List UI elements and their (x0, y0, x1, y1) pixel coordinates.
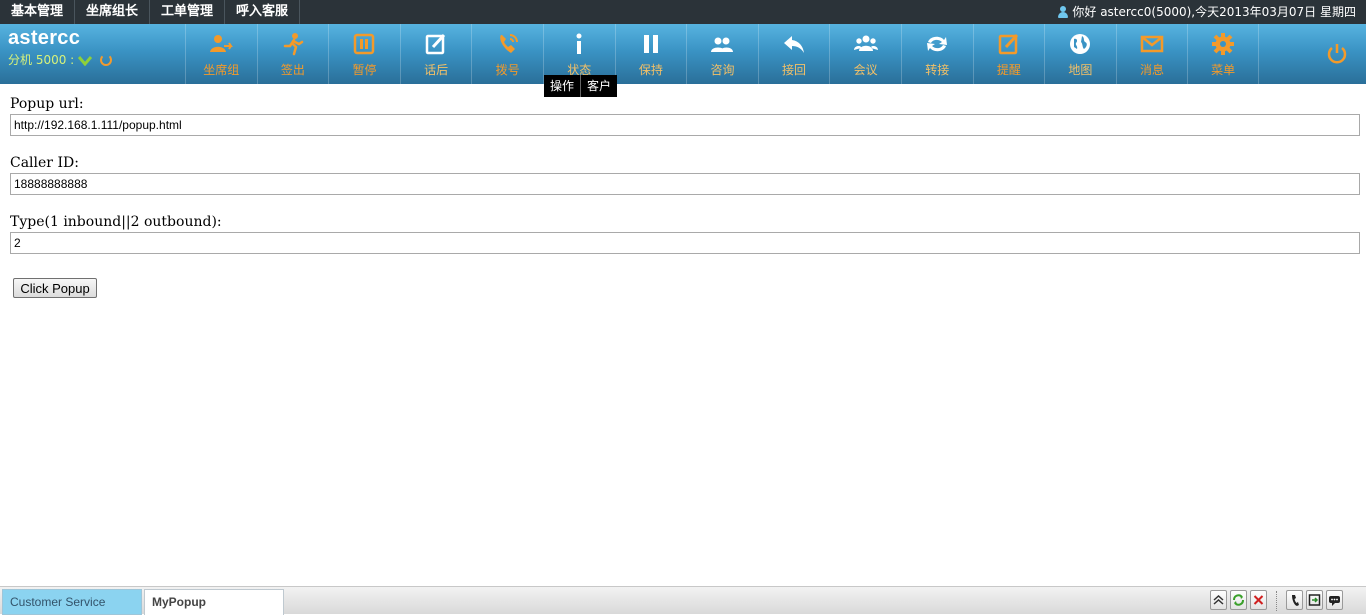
tool-label: 咨询 (710, 63, 735, 77)
extension-status: 分机 5000 : (8, 51, 113, 68)
utility-controls (1286, 590, 1343, 611)
popup-url-label: Popup url: (10, 96, 84, 112)
tool-menu[interactable]: 菜单 (1187, 24, 1259, 84)
check-icon (78, 55, 93, 66)
popup-url-input[interactable] (10, 114, 1360, 136)
greeting-text: 你好 astercc0(5000),今天2013年03月07日 星期四 (1072, 4, 1356, 19)
status-tooltip: 操作 客户 (544, 75, 618, 97)
caller-id-label: Caller ID: (10, 155, 79, 171)
transfer-icon (925, 32, 949, 56)
tool-consult[interactable]: 咨询 (686, 24, 758, 84)
click-popup-button[interactable]: Click Popup (13, 278, 97, 298)
menu-basic-management[interactable]: 基本管理 (0, 0, 76, 24)
tool-label: 菜单 (1211, 63, 1236, 77)
after-call-icon (424, 32, 448, 56)
extension-label: 分机 5000 : (8, 53, 75, 67)
brand-name: astercc (8, 27, 81, 49)
tool-label: 会议 (853, 63, 878, 77)
globe-icon (1068, 32, 1092, 56)
reload-icon[interactable] (1230, 590, 1247, 610)
retrieve-icon (782, 32, 806, 56)
tool-retrieve[interactable]: 接回 (757, 24, 830, 84)
brand: astercc 分机 5000 : (8, 27, 113, 68)
tool-sign-out[interactable]: 签出 (256, 24, 329, 84)
tool-label: 坐席组 (203, 63, 240, 77)
tool-agent-group[interactable]: 坐席组 (185, 24, 257, 84)
tool-map[interactable]: 地图 (1044, 24, 1116, 84)
top-menu-bar: 基本管理 坐席组长 工单管理 呼入客服 你好 astercc0(5000),今天… (0, 0, 1366, 24)
export-icon[interactable] (1306, 590, 1323, 610)
tab-mypopup[interactable]: MyPopup (144, 589, 284, 615)
toolbar-buttons: 坐席组 签出 暂停 话后 拨号 状态 保持 咨询 接回 会议 转接 提醒 地图 … (185, 24, 1259, 84)
tool-label: 提醒 (996, 63, 1021, 77)
tool-hold[interactable]: 保持 (614, 24, 687, 84)
agent-toolbar: astercc 分机 5000 : 坐席组 签出 暂停 话后 拨号 状态 保持 … (0, 24, 1366, 84)
dial-icon (496, 32, 520, 56)
tool-label: 地图 (1068, 63, 1093, 77)
chat-icon[interactable] (1326, 590, 1343, 610)
conference-icon (853, 32, 878, 56)
tab-customer-service[interactable]: Customer Service (2, 589, 142, 615)
tool-label: 拨号 (495, 63, 520, 77)
hold-icon (639, 32, 663, 56)
popup-form: Popup url: Caller ID: Type(1 inbound||2 … (10, 96, 1360, 254)
tool-transfer[interactable]: 转接 (900, 24, 973, 84)
menu-team-leader[interactable]: 坐席组长 (75, 0, 151, 24)
close-icon[interactable] (1250, 590, 1267, 610)
tool-after-call[interactable]: 话后 (399, 24, 472, 84)
sign-out-icon (281, 32, 305, 56)
tool-label: 签出 (280, 63, 305, 77)
tool-label: 接回 (782, 63, 807, 77)
user-greeting: 你好 astercc0(5000),今天2013年03月07日 星期四 (1057, 0, 1356, 24)
tool-reminder[interactable]: 提醒 (972, 24, 1045, 84)
collapse-icon[interactable] (1210, 590, 1227, 610)
tool-label: 消息 (1140, 63, 1165, 77)
tool-label: 暂停 (352, 63, 377, 77)
user-icon (1057, 5, 1069, 19)
phone-icon[interactable] (1286, 590, 1303, 610)
tab-controls (1210, 590, 1267, 611)
tool-dial[interactable]: 拨号 (471, 24, 543, 84)
type-label: Type(1 inbound||2 outbound): (10, 214, 222, 230)
bottom-taskbar: Customer Service MyPopup (0, 586, 1366, 615)
refresh-icon[interactable] (100, 53, 113, 66)
tool-pause[interactable]: 暂停 (328, 24, 400, 84)
tooltip-operation[interactable]: 操作 (544, 75, 581, 97)
tool-label: 转接 (925, 63, 950, 77)
power-icon[interactable] (1326, 43, 1348, 65)
agent-group-icon (209, 32, 234, 56)
message-icon (1140, 32, 1164, 56)
taskbar-divider (1276, 591, 1277, 611)
info-icon (567, 32, 591, 56)
reminder-icon (997, 32, 1021, 56)
consult-icon (710, 32, 734, 56)
tool-label: 保持 (638, 63, 663, 77)
gear-icon (1211, 32, 1235, 56)
tool-message[interactable]: 消息 (1115, 24, 1188, 84)
tool-conference[interactable]: 会议 (829, 24, 901, 84)
tool-label: 话后 (424, 63, 449, 77)
tooltip-customer[interactable]: 客户 (580, 75, 618, 97)
caller-id-input[interactable] (10, 173, 1360, 195)
pause-square-icon (352, 32, 376, 56)
top-menu: 基本管理 坐席组长 工单管理 呼入客服 (0, 0, 301, 24)
menu-ticket-management[interactable]: 工单管理 (150, 0, 226, 24)
menu-inbound-service[interactable]: 呼入客服 (225, 0, 301, 24)
type-input[interactable] (10, 232, 1360, 254)
